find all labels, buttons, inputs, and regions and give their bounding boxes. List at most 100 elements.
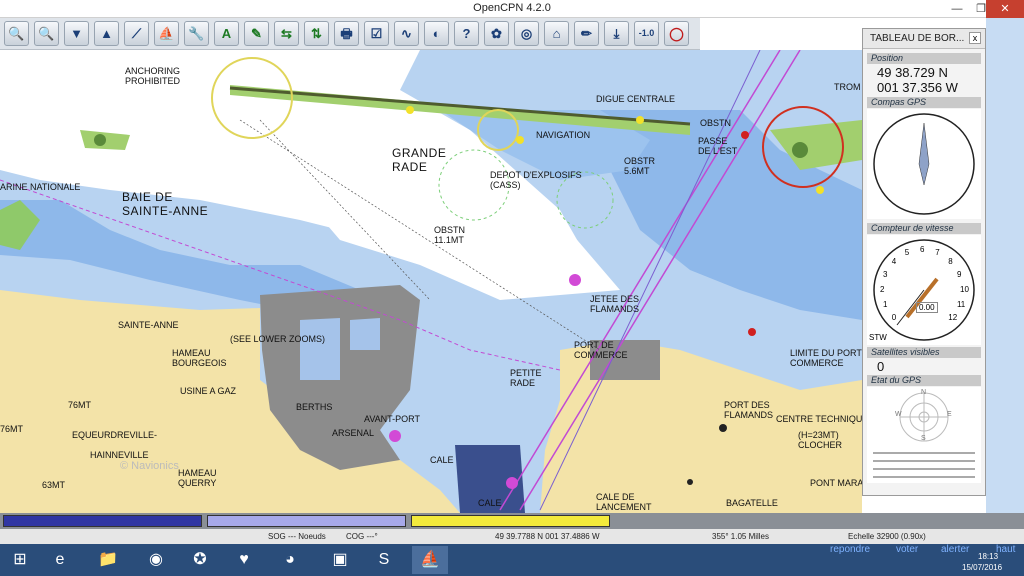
clock-time: 18:13: [978, 552, 999, 561]
grib-icon[interactable]: ⌂: [544, 21, 569, 46]
color-bar-night[interactable]: [411, 515, 610, 527]
link-haut[interactable]: haut: [996, 544, 1015, 555]
title-bar: OpenCPN 4.2.0 — ❐ ✕: [0, 0, 1024, 18]
auto-follow-icon[interactable]: ⛵: [154, 21, 179, 46]
speed-tick-9: 9: [956, 269, 962, 279]
link-voter[interactable]: voter: [896, 544, 918, 555]
label-port-flamands: PORT DES FLAMANDS: [724, 400, 774, 420]
status-bar: SOG --- Noeuds COG ---° 49 39.7788 N 001…: [0, 529, 1024, 544]
link-repondre[interactable]: repondre: [830, 544, 870, 555]
currents-icon[interactable]: ⇆: [274, 21, 299, 46]
settings-icon[interactable]: 🔧: [184, 21, 209, 46]
zoom-out-icon[interactable]: 🔍: [34, 21, 59, 46]
speed-tick-7: 7: [935, 248, 940, 258]
label-passe-est: PASSE DE L'EST: [698, 136, 738, 156]
opencpn-icon[interactable]: ⛵: [412, 546, 448, 574]
label-baie-sainte-anne: BAIE DE SAINTE-ANNE: [122, 190, 209, 218]
label-petite-rade: PETITE RADE: [510, 368, 542, 388]
dashboard-close-button[interactable]: x: [969, 32, 981, 44]
color-scheme-icon[interactable]: ◐: [424, 21, 449, 46]
color-bar-dusk[interactable]: [207, 515, 406, 527]
remote-icon[interactable]: ▣: [322, 546, 358, 574]
zoom-in-icon[interactable]: 🔍: [4, 21, 29, 46]
text-icon[interactable]: A: [214, 21, 239, 46]
ais-icon[interactable]: ⇅: [304, 21, 329, 46]
dashboard-icon[interactable]: ◎: [514, 21, 539, 46]
watermark-navionics: © Navionics: [120, 460, 179, 472]
nautical-chart[interactable]: ANCHORING PROHIBITED GRANDE RADE BAIE DE…: [0, 50, 862, 513]
label-avant-port: AVANT-PORT: [364, 414, 421, 424]
speed-value: 0.00: [916, 302, 938, 313]
measure-icon[interactable]: ✏: [574, 21, 599, 46]
label-pont-marais: PONT MARAI: [810, 478, 862, 488]
status-cursor-position: 49 39.7788 N 001 37.4886 W: [495, 532, 600, 541]
color-bar-day[interactable]: [3, 515, 202, 527]
speed-tick-12: 12: [948, 313, 958, 323]
speed-tick-4: 4: [891, 256, 897, 266]
status-cog: COG ---°: [346, 532, 378, 541]
windows-taskbar: ⊞ e 📁 ◉ ✪ ♥ ◕ ▣ S ⛵ repondre voter alert…: [0, 544, 1024, 576]
speed-tick-0: 0: [891, 313, 897, 323]
gps-compass-dial: [867, 109, 981, 219]
tides-icon[interactable]: ✎: [244, 21, 269, 46]
label-76mt: 76MT: [68, 400, 92, 410]
label-digue-centrale: DIGUE CENTRALE: [596, 94, 676, 104]
speed-tick-6: 6: [920, 245, 925, 254]
track-icon[interactable]: ∿: [394, 21, 419, 46]
label-sainte-anne: SAINTE-ANNE: [118, 320, 179, 330]
label-clocher: (H=23MT) CLOCHER: [798, 430, 843, 450]
plugin-icon[interactable]: ✿: [484, 21, 509, 46]
label-cale: CALE: [430, 455, 454, 465]
label-76mt-edge: 76MT: [0, 424, 24, 434]
label-63mt: 63MT: [42, 480, 66, 490]
label-limite-port: LIMITE DU PORT DE COMMERCE: [790, 348, 862, 368]
dashboard-header: TABLEAU DE BOR... x: [863, 29, 985, 49]
mob-icon[interactable]: ◯: [664, 21, 689, 46]
heart-app-icon[interactable]: ♥: [226, 546, 262, 574]
help-icon[interactable]: ?: [454, 21, 479, 46]
gps-status-caption: Etat du GPS: [867, 375, 981, 386]
label-usine-gaz: USINE A GAZ: [180, 386, 237, 396]
label-grande-rade: GRANDE RADE: [392, 146, 447, 174]
route-manager-icon[interactable]: ☑: [364, 21, 389, 46]
close-button[interactable]: ✕: [986, 0, 1024, 18]
label-trom: TROM: [834, 82, 861, 92]
right-chart-edge: [986, 18, 1024, 513]
position-caption: Position: [867, 53, 981, 64]
label-berths: BERTHS: [296, 402, 333, 412]
color-scheme-bars: [0, 513, 1024, 529]
status-scale: Echelle 32900 (0.90x): [848, 532, 926, 541]
label-arsenal: ARSENAL: [332, 428, 375, 438]
chrome-icon[interactable]: ◕: [272, 546, 308, 574]
speed-caption: Compteur de vitesse: [867, 223, 981, 234]
label-equeurdreville: EQUEURDREVILLE-: [72, 430, 158, 440]
label-navigation: NAVIGATION: [536, 130, 591, 140]
dashboard-title: TABLEAU DE BOR...: [870, 33, 965, 44]
satellites-value: 0: [877, 359, 885, 374]
skype-icon[interactable]: S: [366, 546, 402, 574]
version-icon[interactable]: -1.0: [634, 21, 659, 46]
label-depot-explosifs: DEPOT D'EXPLOSIFS (CASS): [490, 170, 582, 190]
gps-letter-w: W: [895, 411, 902, 418]
label-hainneville: HAINNEVILLE: [90, 450, 149, 460]
ie-icon[interactable]: e: [42, 546, 78, 574]
media-icon[interactable]: ◉: [138, 546, 174, 574]
route-icon[interactable]: ⟋: [124, 21, 149, 46]
gps-letter-n: N: [921, 389, 927, 396]
label-jetee-flamands: JETEE DES FLAMANDS: [590, 294, 640, 314]
start-icon[interactable]: ⊞: [2, 546, 38, 574]
speed-tick-8: 8: [948, 256, 953, 266]
speed-tick-10: 10: [960, 285, 969, 294]
print-icon[interactable]: 🖶: [334, 21, 359, 46]
download-icon[interactable]: ⤓: [604, 21, 629, 46]
label-hameau-querry: HAMEAU QUERRY: [178, 468, 217, 488]
speed-tick-2: 2: [880, 285, 885, 294]
gps-letter-s: S: [921, 435, 926, 442]
link-alerter[interactable]: alerter: [941, 544, 969, 555]
label-marine-nationale: ARINE NATIONALE: [0, 182, 81, 192]
scale-out-icon[interactable]: ▲: [94, 21, 119, 46]
explorer-icon[interactable]: 📁: [90, 546, 126, 574]
scale-in-icon[interactable]: ▼: [64, 21, 89, 46]
compass-app-icon[interactable]: ✪: [182, 546, 218, 574]
label-see-lower-zooms: (SEE LOWER ZOOMS): [230, 334, 326, 344]
